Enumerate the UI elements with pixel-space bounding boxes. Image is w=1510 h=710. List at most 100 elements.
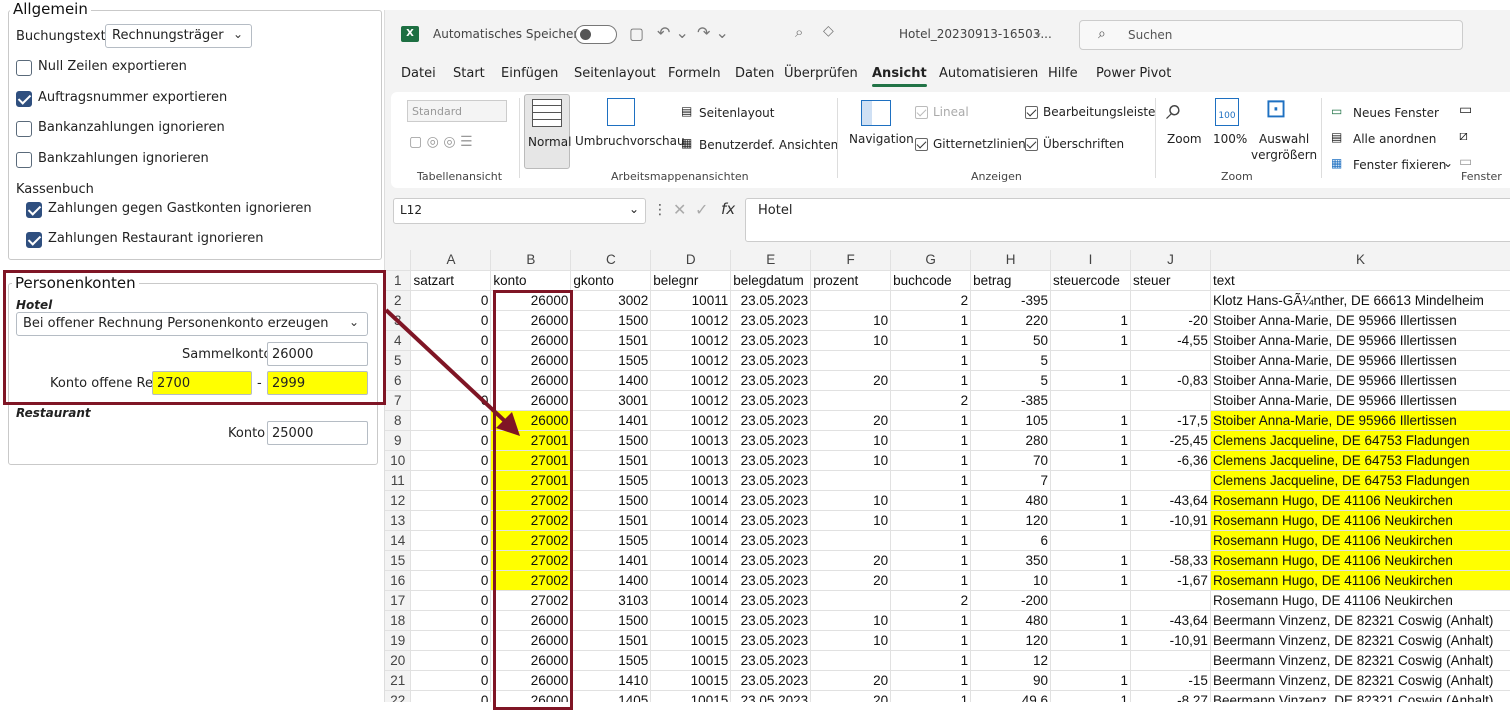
cell-F7[interactable] — [810, 390, 892, 411]
cell-K14[interactable]: Rosemann Hugo, DE 41106 Neukirchen — [1210, 530, 1510, 551]
cell-H15[interactable]: 350 — [970, 550, 1052, 571]
cell-C17[interactable]: 3103 — [570, 590, 652, 611]
cell-I6[interactable]: 1 — [1050, 370, 1132, 391]
cell-E15[interactable]: 23.05.2023 — [730, 550, 812, 571]
cell-J5[interactable] — [1130, 350, 1211, 371]
menu-hilfe[interactable]: Hilfe — [1048, 66, 1078, 81]
cell-A12[interactable]: 0 — [410, 490, 492, 511]
cell-J17[interactable] — [1130, 590, 1211, 611]
cell-D6[interactable]: 10012 — [650, 370, 732, 391]
cell-C13[interactable]: 1501 — [570, 510, 652, 531]
cell-H17[interactable]: -200 — [970, 590, 1052, 611]
cell-D9[interactable]: 10013 — [650, 430, 732, 451]
cell-A9[interactable]: 0 — [410, 430, 492, 451]
cell-C7[interactable]: 3001 — [570, 390, 652, 411]
cell-F21[interactable]: 20 — [810, 670, 892, 691]
cell-C5[interactable]: 1505 — [570, 350, 652, 371]
menu-powerpivot[interactable]: Power Pivot — [1096, 66, 1171, 81]
cell-K20[interactable]: Beermann Vinzenz, DE 82321 Coswig (Anhal… — [1210, 650, 1510, 671]
cell-B1[interactable]: konto — [490, 270, 572, 291]
cell-F16[interactable]: 20 — [810, 570, 892, 591]
cell-F9[interactable]: 10 — [810, 430, 892, 451]
row-header[interactable]: 10 — [385, 450, 412, 471]
cell-J20[interactable] — [1130, 650, 1211, 671]
cell-H21[interactable]: 90 — [970, 670, 1052, 691]
kassen-checkbox-1[interactable] — [26, 232, 42, 248]
cell-K7[interactable]: Stoiber Anna-Marie, DE 95966 Illertissen — [1210, 390, 1510, 411]
cell-A10[interactable]: 0 — [410, 450, 492, 471]
cell-E3[interactable]: 23.05.2023 — [730, 310, 812, 331]
cell-H5[interactable]: 5 — [970, 350, 1052, 371]
zoom-button[interactable]: Zoom — [1167, 132, 1202, 146]
cell-C19[interactable]: 1501 — [570, 630, 652, 651]
unhide-icon[interactable]: ▭ — [1459, 154, 1472, 170]
fx-icon[interactable]: fx — [721, 200, 735, 218]
cell-G16[interactable]: 1 — [890, 570, 972, 591]
row-header[interactable]: 2 — [385, 290, 412, 311]
buchungstext-select[interactable]: Rechnungsträger ⌄ — [105, 24, 252, 48]
zoom-selection-button[interactable]: Auswahl — [1259, 132, 1309, 146]
column-header-C[interactable]: C — [570, 250, 652, 271]
cell-I12[interactable]: 1 — [1050, 490, 1132, 511]
cell-H6[interactable]: 5 — [970, 370, 1052, 391]
cell-E4[interactable]: 23.05.2023 — [730, 330, 812, 351]
cell-C16[interactable]: 1400 — [570, 570, 652, 591]
cell-D19[interactable]: 10015 — [650, 630, 732, 651]
cell-E10[interactable]: 23.05.2023 — [730, 450, 812, 471]
cell-I5[interactable] — [1050, 350, 1132, 371]
column-header-E[interactable]: E — [730, 250, 812, 271]
cell-I21[interactable]: 1 — [1050, 670, 1132, 691]
cell-J15[interactable]: -58,33 — [1130, 550, 1211, 571]
cell-G18[interactable]: 1 — [890, 610, 972, 631]
cell-C21[interactable]: 1410 — [570, 670, 652, 691]
cell-E14[interactable]: 23.05.2023 — [730, 530, 812, 551]
column-header-J[interactable]: J — [1130, 250, 1211, 271]
cell-G14[interactable]: 1 — [890, 530, 972, 551]
cell-D7[interactable]: 10012 — [650, 390, 732, 411]
cell-D11[interactable]: 10013 — [650, 470, 732, 491]
view-select[interactable]: Standard — [407, 100, 507, 122]
cell-H20[interactable]: 12 — [970, 650, 1052, 671]
cell-J2[interactable] — [1130, 290, 1211, 311]
cell-F10[interactable]: 10 — [810, 450, 892, 471]
seitenlayout-button[interactable]: Seitenlayout — [699, 106, 774, 120]
cell-E17[interactable]: 23.05.2023 — [730, 590, 812, 611]
cell-G3[interactable]: 1 — [890, 310, 972, 331]
row-header[interactable]: 22 — [385, 690, 412, 702]
cell-F18[interactable]: 10 — [810, 610, 892, 631]
row-header[interactable]: 13 — [385, 510, 412, 531]
cell-J1[interactable]: steuer — [1130, 270, 1211, 291]
row-header[interactable]: 15 — [385, 550, 412, 571]
cell-K19[interactable]: Beermann Vinzenz, DE 82321 Coswig (Anhal… — [1210, 630, 1510, 651]
cell-A15[interactable]: 0 — [410, 550, 492, 571]
column-header-A[interactable]: A — [410, 250, 492, 271]
cell-H14[interactable]: 6 — [970, 530, 1052, 551]
row-header[interactable]: 6 — [385, 370, 412, 391]
column-header-I[interactable]: I — [1050, 250, 1132, 271]
cell-A16[interactable]: 0 — [410, 570, 492, 591]
ueberschriften-checkbox[interactable] — [1025, 138, 1038, 151]
cell-H4[interactable]: 50 — [970, 330, 1052, 351]
fenster-fixieren-button[interactable]: Fenster fixieren — [1353, 158, 1446, 172]
hide-icon[interactable]: ⧄ — [1459, 128, 1468, 144]
cell-J16[interactable]: -1,67 — [1130, 570, 1211, 591]
menu-daten[interactable]: Daten — [735, 66, 774, 81]
cell-G17[interactable]: 2 — [890, 590, 972, 611]
cell-F6[interactable]: 20 — [810, 370, 892, 391]
cell-C2[interactable]: 3002 — [570, 290, 652, 311]
cell-G7[interactable]: 2 — [890, 390, 972, 411]
cell-I2[interactable] — [1050, 290, 1132, 311]
cell-F19[interactable]: 10 — [810, 630, 892, 651]
cell-A4[interactable]: 0 — [410, 330, 492, 351]
cell-C10[interactable]: 1501 — [570, 450, 652, 471]
cell-G8[interactable]: 1 — [890, 410, 972, 431]
cell-C3[interactable]: 1500 — [570, 310, 652, 331]
cell-F12[interactable]: 10 — [810, 490, 892, 511]
cell-A18[interactable]: 0 — [410, 610, 492, 631]
restaurant-konto-input[interactable]: 25000 — [267, 421, 368, 445]
cell-D20[interactable]: 10015 — [650, 650, 732, 671]
row-header[interactable]: 21 — [385, 670, 412, 691]
column-header-G[interactable]: G — [890, 250, 972, 271]
row-header[interactable]: 4 — [385, 330, 412, 351]
row-header[interactable]: 19 — [385, 630, 412, 651]
